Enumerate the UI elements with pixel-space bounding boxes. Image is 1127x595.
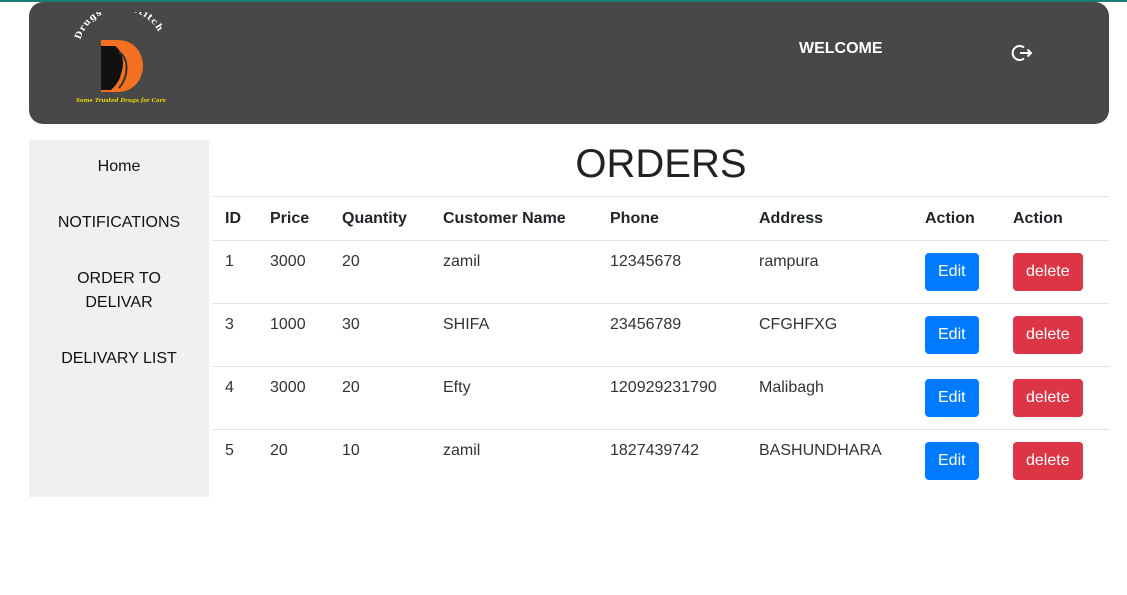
cell-address: CFGHFXG — [747, 303, 913, 367]
cell-action-delete: delete — [1001, 240, 1109, 304]
sidebar: Home NOTIFICATIONS ORDER TO DELIVAR DELI… — [29, 140, 209, 497]
sidebar-item-home[interactable]: Home — [29, 155, 209, 179]
column-header-action-edit: Action — [913, 196, 1001, 241]
edit-button[interactable]: Edit — [925, 442, 979, 480]
edit-button[interactable]: Edit — [925, 316, 979, 354]
delete-button[interactable]: delete — [1013, 379, 1083, 417]
delete-button[interactable]: delete — [1013, 442, 1083, 480]
cell-price: 3000 — [258, 240, 330, 304]
cell-quantity: 30 — [330, 303, 431, 367]
logout-icon[interactable] — [1009, 40, 1035, 66]
cell-id: 1 — [213, 240, 258, 304]
orders-table: ID Price Quantity Customer Name Phone Ad… — [213, 196, 1109, 493]
cell-action-delete: delete — [1001, 366, 1109, 430]
column-header-address: Address — [747, 196, 913, 241]
cell-action-edit: Edit — [913, 240, 1001, 304]
cell-price: 20 — [270, 442, 288, 459]
column-header-id: ID — [213, 196, 258, 241]
cell-id: 4 — [213, 366, 258, 430]
cell-quantity: 20 — [330, 366, 431, 430]
cell-action-edit: Edit — [913, 430, 1001, 493]
cell-address: Malibagh — [747, 366, 913, 430]
column-header-action-delete: Action — [1001, 196, 1109, 241]
column-header-price: Price — [258, 196, 330, 241]
page-title: ORDERS — [575, 142, 747, 186]
table-row: 3 1000 30 SHIFA 23456789 CFGHFXG Edit de… — [213, 303, 1109, 367]
brand-logo[interactable]: Drugs and stitch Some Trusted Drugs for … — [71, 3, 171, 104]
table-header-row: ID Price Quantity Customer Name Phone Ad… — [213, 196, 1109, 241]
sidebar-item-delivary-list[interactable]: DELIVARY LIST — [29, 347, 209, 371]
cell-phone: 23456789 — [598, 303, 747, 367]
cell-phone: 12345678 — [598, 240, 747, 304]
header-bar: Drugs and stitch Some Trusted Drugs for … — [29, 2, 1109, 124]
column-header-phone: Phone — [598, 196, 747, 241]
svg-text:Drugs and stitch: Drugs and stitch — [74, 12, 165, 41]
column-header-customer-name: Customer Name — [431, 196, 598, 241]
svg-text:Some Trusted Drugs for Care: Some Trusted Drugs for Care — [76, 98, 167, 104]
cell-id: 5 — [225, 442, 234, 459]
table-row: 1 3000 20 zamil 12345678 rampura Edit de… — [213, 240, 1109, 304]
delete-button[interactable]: delete — [1013, 253, 1083, 291]
cell-quantity: 10 — [342, 442, 360, 459]
sidebar-item-order-to-delivar[interactable]: ORDER TO DELIVAR — [29, 267, 209, 315]
table-row: 4 3000 20 Efty 120929231790 Malibagh Edi… — [213, 366, 1109, 430]
edit-button[interactable]: Edit — [925, 379, 979, 417]
cell-address: rampura — [747, 240, 913, 304]
cell-id: 3 — [213, 303, 258, 367]
cell-customer-name: zamil — [443, 442, 481, 459]
cell-phone: 1827439742 — [610, 442, 699, 459]
cell-customer-name: zamil — [431, 240, 598, 304]
cell-action-edit: Edit — [913, 366, 1001, 430]
cell-customer-name: SHIFA — [431, 303, 598, 367]
cell-price: 1000 — [258, 303, 330, 367]
cell-address: BASHUNDHARA — [759, 442, 882, 459]
welcome-text: WELCOME — [799, 40, 883, 57]
cell-quantity: 20 — [330, 240, 431, 304]
table-row: 5 20 10 zamil 1827439742 BASHUNDHARA Edi… — [213, 430, 1109, 493]
column-header-quantity: Quantity — [330, 196, 431, 241]
cell-customer-name: Efty — [431, 366, 598, 430]
cell-action-edit: Edit — [913, 303, 1001, 367]
cell-action-delete: delete — [1001, 303, 1109, 367]
cell-phone: 120929231790 — [598, 366, 747, 430]
cell-price: 3000 — [258, 366, 330, 430]
edit-button[interactable]: Edit — [925, 253, 979, 291]
sidebar-item-notifications[interactable]: NOTIFICATIONS — [29, 211, 209, 235]
delete-button[interactable]: delete — [1013, 316, 1083, 354]
cell-action-delete: delete — [1001, 430, 1109, 493]
